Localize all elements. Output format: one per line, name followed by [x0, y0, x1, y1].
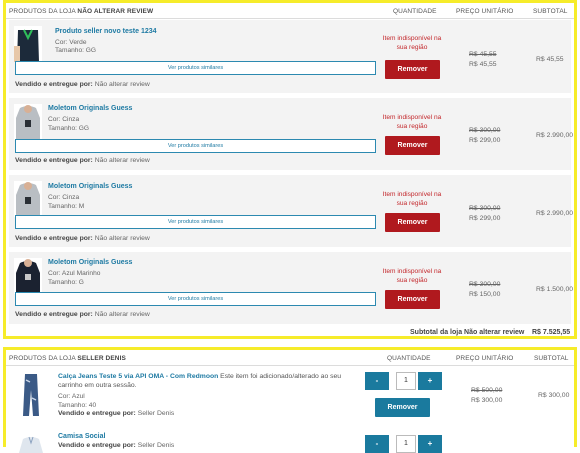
store-title: PRODUTOS DA LOJA SELLER DENIS: [9, 355, 126, 362]
sold-by: Vendido e entregue por: Seller Denis: [58, 410, 175, 417]
price-current: R$ 45,55: [469, 61, 497, 68]
column-unit-price: PREÇO UNITÁRIO: [456, 355, 514, 362]
column-unit-price: PREÇO UNITÁRIO: [456, 8, 514, 15]
product-image[interactable]: [14, 181, 42, 217]
price-original: R$ 300,00: [469, 281, 501, 288]
cart-item: Moletom Originals Guess Cor: Cinza Taman…: [9, 98, 574, 170]
item-subtotal: R$ 2.990,00: [536, 210, 574, 217]
similar-products-button[interactable]: Ver produtos similares: [15, 139, 376, 153]
cart-item: Moletom Originals Guess Cor: Azul Marinh…: [9, 252, 574, 324]
quantity-increase-button[interactable]: +: [418, 435, 442, 453]
sold-by: Vendido e entregue por: Seller Denis: [58, 442, 175, 449]
store-subtotal-label: Subtotal da loja Não alterar review: [410, 329, 525, 336]
column-subtotal: SUBTOTAL: [534, 355, 569, 362]
product-color: Cor: Cinza: [48, 116, 80, 123]
similar-products-button[interactable]: Ver produtos similares: [15, 292, 376, 306]
product-name-link[interactable]: Calça Jeans Teste 5 via API OMA - Com Re…: [58, 373, 218, 380]
product-image[interactable]: [14, 26, 42, 62]
price-original: R$ 300,00: [469, 127, 501, 134]
remove-button[interactable]: Remover: [385, 290, 440, 309]
store-title: PRODUTOS DA LOJA NÃO ALTERAR REVIEW: [9, 8, 154, 15]
remove-button[interactable]: Remover: [385, 136, 440, 155]
unavailable-message: Item indisponível na sua região: [382, 35, 442, 51]
remove-button[interactable]: Remover: [375, 398, 430, 417]
unavailable-message: Item indisponível na sua região: [382, 268, 442, 284]
product-name-link[interactable]: Moletom Originals Guess: [48, 105, 132, 112]
price-original: R$ 300,00: [469, 205, 501, 212]
product-color: Cor: Verde: [55, 39, 87, 46]
product-color: Cor: Cinza: [48, 194, 80, 201]
quantity-decrease-button[interactable]: -: [365, 435, 389, 453]
product-size: Tamanho: GG: [55, 47, 97, 54]
similar-products-button[interactable]: Ver produtos similares: [15, 215, 376, 229]
store-section-nao-alterar-review: PRODUTOS DA LOJA NÃO ALTERAR REVIEW QUAN…: [3, 0, 577, 339]
cart-item: Moletom Originals Guess Cor: Cinza Taman…: [9, 175, 574, 247]
product-image[interactable]: [14, 258, 42, 294]
column-quantity: QUANTIDADE: [393, 8, 437, 15]
store-header: PRODUTOS DA LOJA NÃO ALTERAR REVIEW QUAN…: [6, 3, 574, 19]
product-image[interactable]: [17, 372, 45, 418]
sold-by: Vendido e entregue por: Não alterar revi…: [15, 235, 150, 242]
column-subtotal: SUBTOTAL: [533, 8, 568, 15]
price-original: R$ 500,00: [471, 387, 503, 394]
product-size: Tamanho: GG: [48, 125, 90, 132]
store-header: PRODUTOS DA LOJA SELLER DENIS QUANTIDADE…: [6, 350, 574, 366]
remove-button[interactable]: Remover: [385, 60, 440, 79]
product-color: Cor: Azul Marinho: [48, 270, 101, 277]
product-size: Tamanho: 40: [58, 402, 97, 409]
price-current: R$ 299,00: [469, 215, 501, 222]
store-section-seller-denis: PRODUTOS DA LOJA SELLER DENIS QUANTIDADE…: [3, 347, 577, 453]
product-name-link[interactable]: Camisa Social: [58, 433, 105, 440]
item-subtotal: R$ 300,00: [538, 392, 570, 399]
remove-button[interactable]: Remover: [385, 213, 440, 232]
product-color: Cor: Azul: [58, 393, 85, 400]
item-subtotal: R$ 1.500,00: [536, 286, 574, 293]
unavailable-message: Item indisponível na sua região: [382, 114, 442, 130]
product-size: Tamanho: G: [48, 279, 84, 286]
item-subtotal: R$ 45,55: [536, 56, 564, 63]
store-subtotal-value: R$ 7.525,55: [532, 329, 571, 336]
product-image[interactable]: [14, 104, 42, 140]
quantity-decrease-button[interactable]: -: [365, 372, 389, 390]
product-image[interactable]: [17, 433, 45, 453]
product-name-link[interactable]: Moletom Originals Guess: [48, 259, 132, 266]
price-original: R$ 45,55: [469, 51, 497, 58]
product-name-link[interactable]: Moletom Originals Guess: [48, 183, 132, 190]
quantity-increase-button[interactable]: +: [418, 372, 442, 390]
price-current: R$ 300,00: [471, 397, 503, 404]
similar-products-button[interactable]: Ver produtos similares: [15, 61, 376, 75]
cart-item: Produto seller novo teste 1234 Cor: Verd…: [9, 20, 571, 93]
product-size: Tamanho: M: [48, 203, 85, 210]
quantity-input[interactable]: 1: [396, 372, 416, 390]
unavailable-message: Item indisponível na sua região: [382, 191, 442, 207]
cart-item: Calça Jeans Teste 5 via API OMA - Com Re…: [9, 368, 571, 426]
price-current: R$ 150,00: [469, 291, 501, 298]
column-quantity: QUANTIDADE: [387, 355, 431, 362]
product-notice: Calça Jeans Teste 5 via API OMA - Com Re…: [58, 373, 342, 389]
quantity-input[interactable]: 1: [396, 435, 416, 453]
sold-by: Vendido e entregue por: Não alterar revi…: [15, 311, 150, 318]
price-current: R$ 299,00: [469, 137, 501, 144]
item-subtotal: R$ 2.990,00: [536, 132, 574, 139]
sold-by: Vendido e entregue por: Não alterar revi…: [15, 81, 150, 88]
sold-by: Vendido e entregue por: Não alterar revi…: [15, 157, 150, 164]
product-name-link[interactable]: Produto seller novo teste 1234: [55, 28, 157, 35]
cart-item: Camisa Social Vendido e entregue por: Se…: [9, 430, 571, 453]
